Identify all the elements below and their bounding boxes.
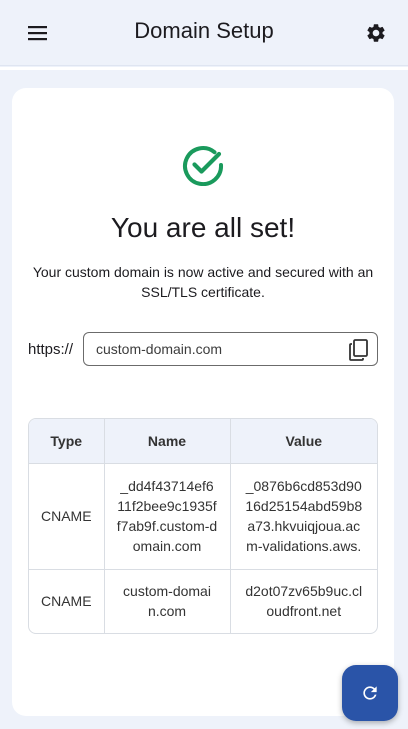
- menu-button[interactable]: [20, 17, 56, 49]
- column-header-value: Value: [230, 419, 377, 464]
- gear-icon: [367, 24, 385, 42]
- success-message: Your custom domain is now active and sec…: [32, 264, 374, 300]
- column-header-name: Name: [104, 419, 231, 464]
- record-value: _0876b6cd853d9016d25154abd59b8a73.hkvuiq…: [230, 463, 377, 570]
- record-type: CNAME: [29, 463, 105, 570]
- dns-records-table: Type Name Value CNAME _dd4f43714ef611f2b…: [28, 418, 378, 634]
- domain-field[interactable]: custom-domain.com: [83, 332, 378, 366]
- table-row: CNAME custom-domain.com d2ot07zv65b9uc.c…: [29, 569, 377, 633]
- status-card: You are all set! Your custom domain is n…: [12, 88, 394, 716]
- header-divider: [0, 67, 408, 70]
- copy-icon: [349, 339, 368, 361]
- record-value: d2ot07zv65b9uc.cloudfront.net: [245, 583, 363, 620]
- hamburger-menu-icon: [28, 26, 47, 41]
- table-header-row: Type Name Value: [29, 419, 377, 464]
- success-headline: You are all set!: [110, 212, 296, 243]
- record-type: CNAME: [29, 569, 105, 633]
- column-header-type: Type: [29, 419, 105, 464]
- refresh-button[interactable]: [342, 665, 398, 721]
- table-row: CNAME _dd4f43714ef611f2bee9c1935ff7ab9f.…: [29, 463, 377, 570]
- refresh-icon: [363, 686, 377, 700]
- record-name: custom-domain.com: [104, 569, 231, 633]
- check-circle-icon: [183, 146, 224, 186]
- url-prefix-label: https://: [28, 341, 74, 358]
- record-name: _dd4f43714ef611f2bee9c1935ff7ab9f.custom…: [104, 463, 231, 570]
- copy-button[interactable]: [349, 339, 369, 361]
- domain-value: custom-domain.com: [96, 341, 223, 357]
- settings-button[interactable]: [360, 17, 392, 49]
- app-bar: Domain Setup: [0, 0, 408, 66]
- page-title: Domain Setup: [134, 18, 274, 43]
